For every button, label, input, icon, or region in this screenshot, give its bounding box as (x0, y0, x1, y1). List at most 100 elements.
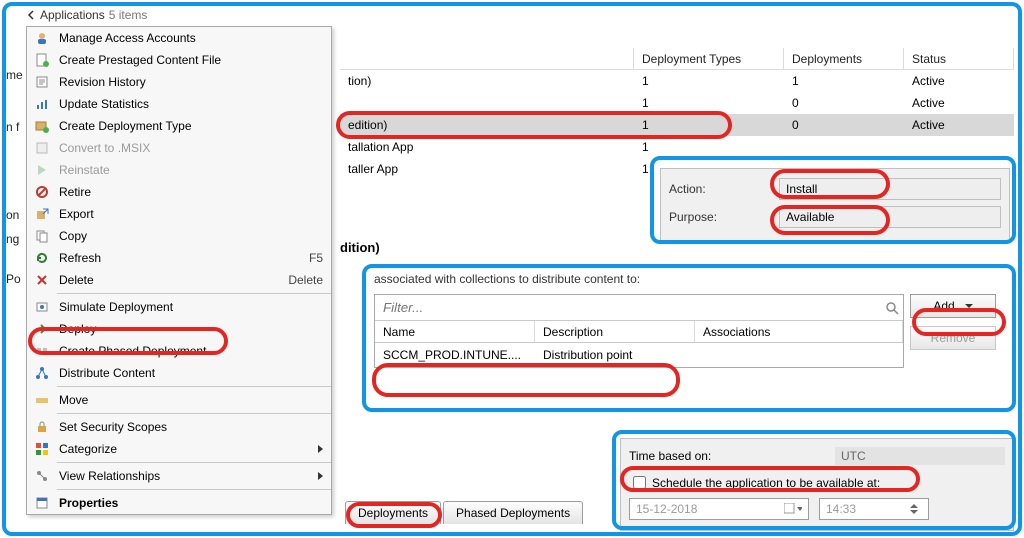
chevron-right-icon (318, 445, 323, 453)
table-row[interactable]: tion)11Active (340, 70, 1014, 92)
file-new-icon (33, 52, 51, 68)
filter-input[interactable] (375, 296, 881, 320)
chevron-left-icon (26, 10, 36, 20)
export-icon (33, 206, 51, 222)
menu-categorize[interactable]: Categorize (27, 438, 331, 460)
search-icon[interactable] (881, 297, 903, 319)
distribute-header: Name Description Associations (375, 321, 903, 343)
filter-row (375, 295, 903, 321)
breadcrumb: Applications 5 items (26, 6, 147, 24)
refresh-icon (33, 250, 51, 266)
properties-icon (33, 495, 51, 511)
detail-tabs: Deployments Phased Deployments (345, 501, 585, 524)
remove-button[interactable]: Remove (910, 326, 996, 350)
tab-label: Deployments (358, 506, 428, 520)
distribute-caption: associated with collections to distribut… (374, 272, 1014, 286)
menu-export[interactable]: Export (27, 203, 331, 225)
menu-separator (57, 489, 331, 490)
menu-create-deployment-type[interactable]: Create Deployment Type (27, 115, 331, 137)
table-row[interactable]: 10Active (340, 92, 1014, 114)
categorize-icon (33, 441, 51, 457)
menu-update-statistics[interactable]: Update Statistics (27, 93, 331, 115)
time-picker[interactable]: 14:33 (819, 498, 929, 520)
menu-reinstate[interactable]: Reinstate (27, 159, 331, 181)
calendar-dropdown-icon (784, 503, 802, 515)
action-label: Action: (669, 182, 779, 196)
section-title: dition) (340, 240, 380, 255)
distribute-list: Name Description Associations SCCM_PROD.… (374, 294, 904, 368)
menu-simulate-deployment[interactable]: Simulate Deployment (27, 296, 331, 318)
simulate-icon (33, 299, 51, 315)
menu-shortcut: F5 (309, 251, 323, 265)
applications-grid: Deployment Types Deployments Status tion… (340, 48, 1014, 180)
menu-set-security-scopes[interactable]: Set Security Scopes (27, 416, 331, 438)
menu-create-phased-deployment[interactable]: Create Phased Deployment (27, 340, 331, 362)
sidebar-fragment: on (6, 208, 19, 222)
menu-separator (57, 293, 331, 294)
add-button[interactable]: Add (910, 294, 996, 318)
date-value: 15-12-2018 (636, 502, 697, 516)
date-picker[interactable]: 15-12-2018 (629, 498, 809, 520)
tab-label: Phased Deployments (456, 506, 570, 520)
time-based-value: UTC (835, 447, 1005, 465)
distribute-icon (33, 365, 51, 381)
menu-revision-history[interactable]: Revision History (27, 71, 331, 93)
phased-icon (33, 343, 51, 359)
context-menu: Manage Access Accounts Create Prestaged … (26, 26, 332, 515)
column-name[interactable]: Name (375, 321, 535, 342)
purpose-value: Available (779, 206, 1001, 228)
breadcrumb-count: 5 items (109, 8, 148, 22)
accounts-icon (33, 30, 51, 46)
column-deployment-types[interactable]: Deployment Types (634, 48, 784, 70)
stats-icon (33, 96, 51, 112)
menu-deploy[interactable]: Deploy (27, 318, 331, 340)
menu-manage-access-accounts[interactable]: Manage Access Accounts (27, 27, 331, 49)
menu-retire[interactable]: Retire (27, 181, 331, 203)
action-purpose-panel: Action: Install Purpose: Available (660, 168, 1010, 242)
menu-refresh[interactable]: RefreshF5 (27, 247, 331, 269)
chevron-right-icon (318, 472, 323, 480)
package-new-icon (33, 118, 51, 134)
deploy-icon (33, 321, 51, 337)
time-value: 14:33 (826, 502, 856, 516)
schedule-available-label: Schedule the application to be available… (652, 476, 880, 490)
menu-separator (57, 462, 331, 463)
grid-header: Deployment Types Deployments Status (340, 48, 1014, 70)
grid-body: tion)11Active 10Active edition)10Active … (340, 70, 1014, 180)
history-icon (33, 74, 51, 90)
menu-create-prestaged-content-file[interactable]: Create Prestaged Content File (27, 49, 331, 71)
tab-phased-deployments[interactable]: Phased Deployments (443, 501, 583, 524)
list-item[interactable]: SCCM_PROD.INTUNE.... Distribution point (375, 343, 903, 367)
menu-view-relationships[interactable]: View Relationships (27, 465, 331, 487)
schedule-panel: Time based on: UTC Schedule the applicat… (620, 438, 1014, 531)
menu-move[interactable]: Move (27, 389, 331, 411)
relationships-icon (33, 468, 51, 484)
convert-icon (33, 140, 51, 156)
time-based-label: Time based on: (629, 449, 835, 463)
menu-distribute-content[interactable]: Distribute Content (27, 362, 331, 384)
column-description[interactable]: Description (535, 321, 695, 342)
purpose-label: Purpose: (669, 210, 779, 224)
distribute-panel: associated with collections to distribut… (374, 272, 1014, 368)
play-icon (33, 162, 51, 178)
delete-icon (33, 272, 51, 288)
sidebar-fragment: ng (6, 232, 19, 246)
tab-deployments[interactable]: Deployments (345, 501, 441, 524)
menu-properties[interactable]: Properties (27, 492, 331, 514)
column-associations[interactable]: Associations (695, 321, 903, 342)
sidebar-fragment: n f (6, 120, 19, 134)
menu-separator (57, 386, 331, 387)
menu-delete[interactable]: DeleteDelete (27, 269, 331, 291)
time-spinner[interactable] (910, 504, 922, 514)
column-name[interactable] (340, 48, 634, 70)
menu-copy[interactable]: Copy (27, 225, 331, 247)
copy-icon (33, 228, 51, 244)
menu-convert-to-msix[interactable]: Convert to .MSIX (27, 137, 331, 159)
table-row[interactable]: edition)10Active (340, 114, 1014, 136)
table-row[interactable]: tallation App1 (340, 136, 1014, 158)
column-status[interactable]: Status (904, 48, 1014, 70)
sidebar-fragment: Po (6, 272, 21, 286)
breadcrumb-title: Applications (40, 8, 105, 22)
column-deployments[interactable]: Deployments (784, 48, 904, 70)
schedule-available-checkbox[interactable] (633, 476, 646, 489)
